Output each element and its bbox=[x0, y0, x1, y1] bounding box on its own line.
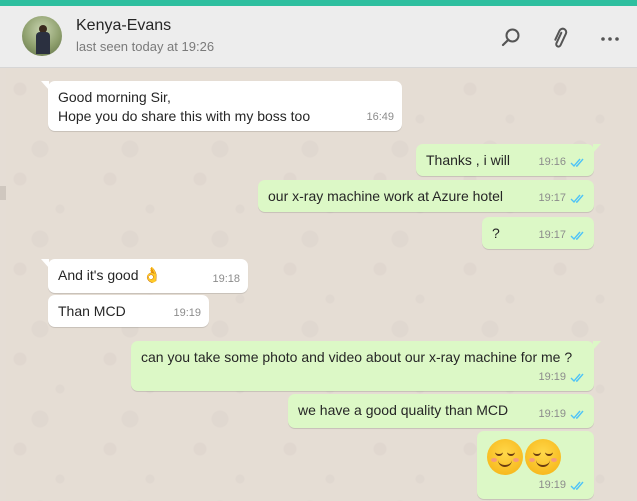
message-text: Than MCD bbox=[58, 303, 126, 319]
read-ticks-icon bbox=[570, 480, 586, 491]
outgoing-message[interactable]: our x-ray machine work at Azure hotel 19… bbox=[258, 180, 594, 212]
incoming-message[interactable]: Good morning Sir, Hope you do share this… bbox=[41, 81, 402, 131]
emoji-eye bbox=[495, 452, 503, 456]
contact-last-seen: last seen today at 19:26 bbox=[76, 39, 215, 54]
whatsapp-chat-window: Kenya-Evans last seen today at 19:26 Goo… bbox=[0, 0, 637, 501]
smiling-face-emoji bbox=[487, 439, 523, 475]
bubble-tail bbox=[593, 341, 601, 350]
message-meta: 19:17 bbox=[538, 189, 586, 208]
message-meta: 19:19 bbox=[538, 368, 586, 387]
message-time: 19:17 bbox=[538, 229, 566, 241]
message-time: 19:16 bbox=[538, 156, 566, 168]
contact-info[interactable]: Kenya-Evans last seen today at 19:26 bbox=[76, 16, 214, 56]
message-time: 19:19 bbox=[173, 307, 201, 319]
message-time: 16:49 bbox=[366, 111, 394, 123]
outgoing-message[interactable]: 19:19 bbox=[477, 431, 594, 499]
emoji-eye bbox=[533, 452, 541, 456]
message-meta: 19:16 bbox=[538, 153, 586, 172]
message-meta: 16:49 bbox=[366, 108, 394, 127]
chat-header: Kenya-Evans last seen today at 19:26 bbox=[0, 6, 637, 68]
message-text: Good morning Sir, Hope you do share this… bbox=[58, 89, 311, 124]
emoji-mouth bbox=[536, 460, 550, 467]
incoming-message[interactable]: And it's good 👌 19:18 bbox=[41, 259, 248, 293]
message-text: ? bbox=[492, 225, 500, 241]
message-text: can you take some photo and video about … bbox=[141, 349, 573, 365]
read-ticks-icon bbox=[570, 409, 586, 420]
message-time: 19:19 bbox=[538, 371, 566, 383]
contact-name: Kenya-Evans bbox=[76, 17, 172, 34]
more-options-icon[interactable] bbox=[598, 26, 622, 50]
read-ticks-icon bbox=[570, 230, 586, 241]
message-meta: 19:19 bbox=[538, 476, 586, 495]
avatar[interactable] bbox=[22, 16, 62, 56]
bubble-tail bbox=[593, 144, 601, 153]
emoji-message bbox=[487, 439, 561, 475]
emoji-blush bbox=[529, 458, 535, 462]
message-time: 19:17 bbox=[538, 192, 566, 204]
message-text: our x-ray machine work at Azure hotel bbox=[268, 188, 503, 204]
read-ticks-icon bbox=[570, 157, 586, 168]
message-text-row: And it's good 👌 bbox=[58, 266, 161, 285]
read-ticks-icon bbox=[570, 193, 586, 204]
message-meta: 19:19 bbox=[538, 405, 586, 424]
bubble-tail bbox=[41, 81, 49, 90]
outgoing-message[interactable]: ? 19:17 bbox=[482, 217, 594, 249]
emoji-blush bbox=[491, 458, 497, 462]
outgoing-message[interactable]: we have a good quality than MCD 19:19 bbox=[288, 394, 594, 428]
incoming-message[interactable]: Than MCD 19:19 bbox=[48, 295, 209, 327]
bubble-tail bbox=[41, 259, 49, 268]
panel-edge bbox=[0, 186, 6, 200]
message-text: Thanks , i will bbox=[426, 152, 511, 168]
message-time: 19:18 bbox=[212, 273, 240, 285]
message-time: 19:19 bbox=[538, 408, 566, 420]
message-text: we have a good quality than MCD bbox=[298, 402, 509, 418]
message-meta: 19:18 bbox=[212, 270, 240, 289]
message-time: 19:19 bbox=[538, 479, 566, 491]
search-icon[interactable] bbox=[499, 26, 523, 50]
read-ticks-icon bbox=[570, 372, 586, 383]
emoji-mouth bbox=[498, 460, 512, 467]
outgoing-message[interactable]: can you take some photo and video about … bbox=[131, 341, 601, 391]
message-list[interactable]: Good morning Sir, Hope you do share this… bbox=[0, 69, 637, 501]
outgoing-message[interactable]: Thanks , i will 19:16 bbox=[416, 144, 601, 176]
message-text: And it's good bbox=[58, 267, 139, 283]
message-meta: 19:19 bbox=[173, 304, 201, 323]
ok-hand-emoji: 👌 bbox=[142, 267, 162, 284]
emoji-eye bbox=[507, 452, 515, 456]
emoji-eye bbox=[545, 452, 553, 456]
smiling-face-emoji bbox=[525, 439, 561, 475]
emoji-blush bbox=[551, 458, 557, 462]
paperclip-icon[interactable] bbox=[548, 26, 572, 50]
message-meta: 19:17 bbox=[538, 226, 586, 245]
emoji-blush bbox=[513, 458, 519, 462]
avatar-figure-body bbox=[36, 32, 50, 54]
